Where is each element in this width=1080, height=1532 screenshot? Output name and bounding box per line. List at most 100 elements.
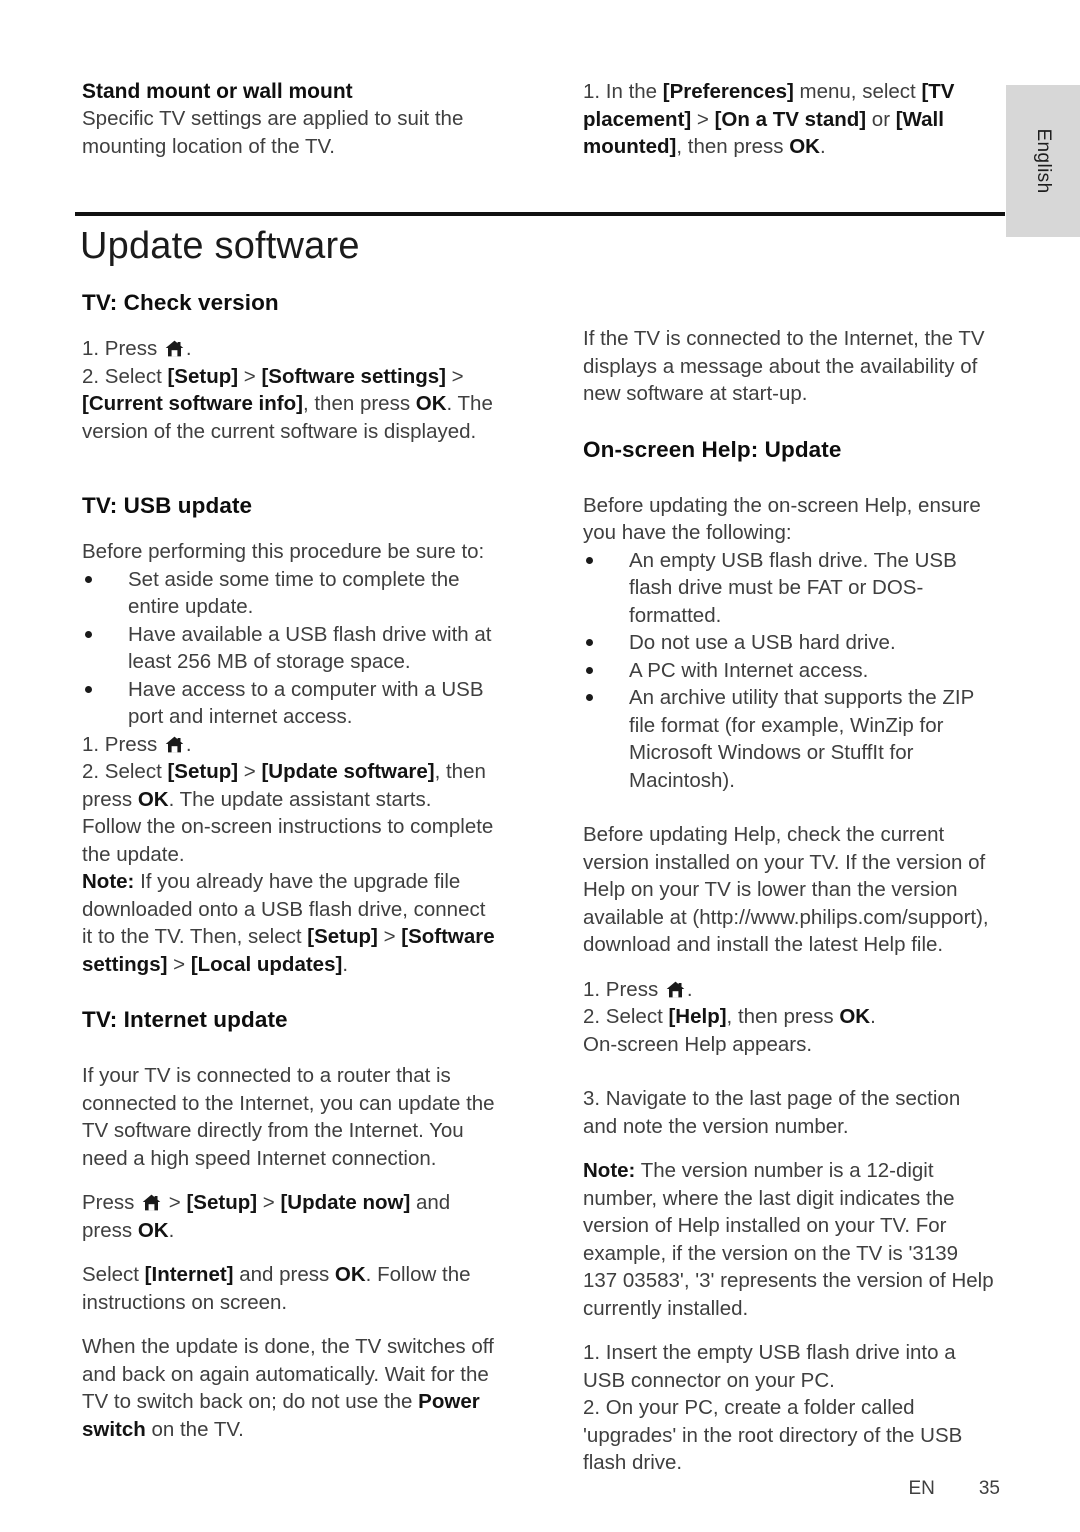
internet-update-press-line: Press > [Setup] > [Update now] and press… [82, 1189, 496, 1244]
local-updates-ref: [Local updates] [190, 952, 343, 976]
list-item: Have available a USB flash drive with at… [82, 621, 496, 676]
step-prefix: 1. In the [583, 80, 663, 103]
list-item: A PC with Internet access. [583, 657, 997, 685]
stand-mount-body: Specific TV settings are applied to suit… [82, 107, 464, 158]
bullet-text: A PC with Internet access. [629, 658, 869, 682]
gt-sep-1: > [691, 107, 715, 131]
select-mid: and press [233, 1263, 335, 1286]
bullet-text: Do not use a USB hard drive. [629, 631, 896, 654]
help-step2-mid: , then press [726, 1005, 840, 1028]
step-mid-1: menu, select [793, 80, 922, 103]
help-appears-text: On-screen Help appears. [583, 1032, 813, 1056]
gt-sep: > [238, 760, 262, 783]
note-body: The version number is a 12-digit number,… [583, 1159, 994, 1320]
check-version-step1-period: . [185, 337, 192, 360]
current-software-info-ref: [Current software info] [82, 392, 303, 415]
setup-menu-ref: [Setup] [167, 364, 239, 388]
page-title: Update software [80, 225, 360, 267]
internet-message-para: If the TV is connected to the Internet, … [583, 327, 985, 405]
usb-update-block: TV: USB update Before performing this pr… [82, 491, 496, 978]
intro-left-column: Stand mount or wall mount Specific TV se… [82, 78, 494, 160]
help-step-2: 2. Select [Help], then press OK. [583, 1003, 997, 1031]
help-menu-ref: [Help] [668, 1005, 727, 1028]
onscreen-help-heading: On-screen Help: Update [583, 436, 842, 462]
final-step-1: 1. Insert the empty USB flash drive into… [583, 1341, 956, 1392]
update-now-ref: [Update now] [280, 1191, 411, 1214]
bullet-text: Have available a USB flash drive with at… [128, 622, 492, 674]
note-period: . [342, 952, 349, 976]
ok-key-ref: OK [137, 787, 169, 811]
check-version-mid: , then press [302, 392, 416, 415]
stand-mount-heading: Stand mount or wall mount [82, 80, 353, 103]
footer-page-number: 35 [978, 1478, 1000, 1499]
usb-step1-text: 1. Press [82, 732, 163, 756]
press-period: . [168, 1218, 175, 1242]
intro-right-column: 1. In the [Preferences] menu, select [TV… [583, 78, 995, 161]
home-icon [165, 736, 184, 753]
step-period: . [819, 135, 826, 158]
body-left-column: TV: Check version 1. Press . 2. Select [… [82, 288, 496, 1443]
check-version-step2-pre: 2. Select [82, 364, 168, 388]
update-software-ref: [Update software] [261, 760, 435, 783]
bullet-dot-icon [85, 575, 92, 583]
section-divider-rule [75, 212, 1005, 216]
preferences-menu-ref: [Preferences] [662, 80, 794, 103]
bullet-text: An archive utility that supports the ZIP… [629, 686, 974, 792]
onscreen-help-intro: Before updating the on-screen Help, ensu… [583, 493, 981, 545]
setup-menu-ref: [Setup] [167, 760, 239, 783]
usb-update-intro: Before performing this procedure be sure… [82, 540, 485, 563]
gt-sep: > [163, 1191, 187, 1214]
help-step1-period: . [686, 977, 693, 1001]
check-version-heading: TV: Check version [82, 290, 279, 315]
ok-key-ref: OK [839, 1005, 871, 1028]
final-step-2: 2. On your PC, create a folder called 'u… [583, 1396, 963, 1474]
bullet-dot-icon [586, 556, 593, 564]
body-right-column: If the TV is connected to the Internet, … [583, 325, 997, 1477]
bullet-dot-icon [85, 630, 92, 638]
before-update-help-para: Before updating Help, check the current … [583, 823, 989, 956]
help-step-1: 1. Press . [583, 976, 997, 1004]
bullet-dot-icon [586, 694, 593, 701]
ok-key-ref: OK [334, 1263, 366, 1286]
onscreen-help-bullet-list: An empty USB flash drive. The USB flash … [583, 547, 997, 795]
usb-update-step-1: 1. Press . [82, 731, 496, 759]
list-item: Set aside some time to complete the enti… [82, 566, 496, 621]
step-tail: , then press [676, 135, 790, 158]
setup-menu-ref: [Setup] [186, 1191, 258, 1214]
ok-key-ref: OK [789, 135, 820, 158]
usb-update-heading: TV: USB update [82, 493, 253, 518]
bullet-text: An empty USB flash drive. The USB flash … [629, 548, 957, 627]
usb-update-note: Note: If you already have the upgrade fi… [82, 868, 496, 978]
bullet-text: Have access to a computer with a USB por… [128, 677, 484, 729]
internet-update-heading: TV: Internet update [82, 1007, 288, 1032]
ok-key-ref: OK [415, 392, 447, 415]
ok-key-ref: OK [137, 1218, 169, 1242]
internet-update-para-3: Select [Internet] and press OK. Follow t… [82, 1261, 496, 1316]
list-item: Do not use a USB hard drive. [583, 629, 997, 657]
press-label: Press [82, 1191, 141, 1214]
home-icon [142, 1194, 161, 1211]
home-icon [666, 981, 685, 998]
update-done-tail: on the TV. [145, 1417, 244, 1441]
help-step1-text: 1. Press [583, 977, 664, 1001]
select-label: Select [82, 1263, 145, 1286]
setup-menu-ref: [Setup] [307, 925, 378, 948]
on-tv-stand-ref: [On a TV stand] [714, 107, 867, 131]
usb-step2-pre: 2. Select [82, 760, 168, 783]
bullet-text: Set aside some time to complete the enti… [128, 567, 460, 619]
help-version-note: Note: The version number is a 12-digit n… [583, 1157, 997, 1322]
usb-update-bullet-list: Set aside some time to complete the enti… [82, 566, 496, 731]
help-step2-pre: 2. Select [583, 1005, 669, 1028]
software-settings-ref: [Software settings] [261, 364, 446, 388]
gt-sep-2: > [445, 364, 464, 388]
gt-sep: > [238, 364, 262, 388]
page-footer: EN 35 [0, 1478, 1080, 1500]
check-version-block: TV: Check version 1. Press . 2. Select [… [82, 288, 496, 445]
onscreen-help-block: On-screen Help: Update Before updating t… [583, 435, 997, 1477]
internet-update-para-4: When the update is done, the TV switches… [82, 1333, 496, 1443]
usb-step1-period: . [185, 732, 192, 756]
language-tab: English [1006, 85, 1080, 237]
gt-sep-2: > [257, 1191, 281, 1214]
tv-placement-step: 1. In the [Preferences] menu, select [TV… [583, 78, 995, 161]
document-page: English Stand mount or wall mount Specif… [0, 0, 1080, 1532]
